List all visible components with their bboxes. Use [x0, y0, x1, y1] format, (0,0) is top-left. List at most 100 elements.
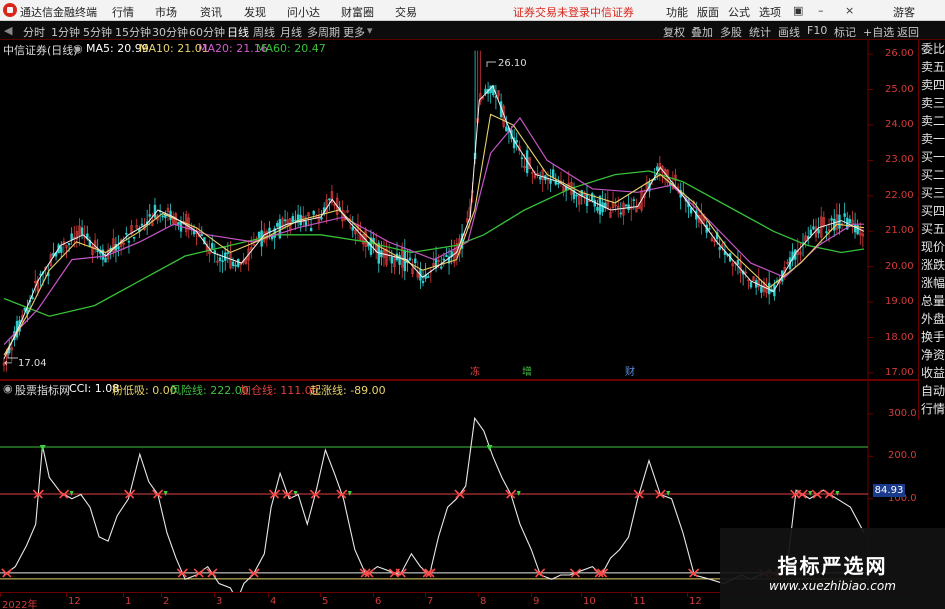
current-value-badge: 84.93 [873, 484, 905, 497]
ma5-line [3, 85, 865, 360]
login-status[interactable]: 证券交易未登录 [513, 4, 590, 20]
candle-body [96, 249, 99, 253]
indicator-name: 股票指标网 [15, 384, 70, 397]
sidebar-item[interactable]: 现价 [920, 238, 945, 257]
menu-quotes[interactable]: 行情 [112, 4, 134, 20]
tab-multi-period[interactable]: 多周期 [307, 24, 340, 40]
stock-label: 中信证券(日线) [3, 44, 78, 57]
price-tick-label: 20.00 [885, 260, 914, 272]
tool-mark[interactable]: 标记 [834, 24, 856, 40]
sidebar-item[interactable]: 委比 [920, 40, 945, 59]
candle-body [234, 264, 237, 267]
app-logo-icon [3, 3, 17, 17]
candle-body [421, 280, 425, 284]
svg-text:26.10: 26.10 [498, 58, 527, 69]
tool-add-watchlist[interactable]: +自选 [863, 24, 894, 40]
sidebar-item[interactable]: 卖二 [920, 112, 945, 131]
tab-monthly[interactable]: 月线 [280, 24, 302, 40]
menu-options[interactable]: 选项 [759, 4, 781, 20]
tool-back[interactable]: 返回 [897, 24, 919, 40]
message-icon[interactable]: ▣ [793, 4, 803, 17]
tool-overlay[interactable]: 叠加 [691, 24, 713, 40]
menu-bar: 通达信金融终端 行情 市场 资讯 发现 问小达 财富圈 交易 证券交易未登录 中… [0, 0, 945, 21]
candle-body [237, 258, 240, 267]
candle-body [309, 227, 313, 232]
minimize-icon[interactable]: – [818, 4, 824, 17]
candle-body [177, 221, 180, 225]
sidebar-item[interactable]: 换手 [920, 328, 945, 347]
date-tick-mark [581, 593, 582, 597]
sidebar-item[interactable]: 卖五 [920, 58, 945, 77]
tool-draw[interactable]: 画线 [778, 24, 800, 40]
broker-name[interactable]: 中信证券 [590, 4, 634, 20]
menu-wealth[interactable]: 财富圈 [341, 4, 374, 20]
sidebar-item[interactable]: 买二 [920, 166, 945, 185]
tab-daily[interactable]: 日线 [227, 24, 249, 40]
price-tick-label: 23.00 [885, 154, 914, 166]
menu-market[interactable]: 市场 [155, 4, 177, 20]
candle-body [825, 231, 828, 234]
sidebar-item[interactable]: 外盘 [920, 310, 945, 329]
event-marker-add: 增 [522, 365, 532, 378]
menu-layout[interactable]: 版面 [697, 4, 719, 20]
chevron-down-icon[interactable]: ▾ [367, 24, 373, 37]
date-tick-mark [214, 593, 215, 597]
tab-weekly[interactable]: 周线 [253, 24, 275, 40]
settings-icon[interactable]: ◉ [73, 42, 83, 55]
candle-body [140, 223, 144, 226]
sidebar-item[interactable]: 买五 [920, 220, 945, 239]
tab-more[interactable]: 更多 [343, 24, 365, 40]
menu-ask[interactable]: 问小达 [287, 4, 320, 20]
candle-body [767, 282, 771, 295]
sidebar-item[interactable]: 收益 [920, 364, 945, 383]
user-label[interactable]: 游客 [893, 4, 915, 20]
candle-body [276, 222, 279, 227]
sidebar-item[interactable]: 涨跌 [920, 256, 945, 275]
candle-body [596, 207, 599, 211]
sell-signal-icon [486, 444, 493, 451]
price-chart[interactable]: 26.10 ← 17.04 冻 增 财 [0, 40, 918, 380]
sidebar-item[interactable]: 总量 [920, 292, 945, 311]
sidebar-item[interactable]: 涨幅 [920, 274, 945, 293]
price-tick-label: 25.00 [885, 83, 914, 95]
candle-body [39, 273, 42, 276]
candle-body [590, 193, 594, 201]
low-buy-legend: 粉低吸: 0.00 [112, 384, 177, 397]
sidebar-item[interactable]: 买三 [920, 184, 945, 203]
candle-body [749, 281, 753, 288]
sidebar-item[interactable]: 行情 [920, 400, 945, 419]
tab-1min[interactable]: 1分钟 [51, 24, 80, 40]
tool-adjust[interactable]: 复权 [663, 24, 685, 40]
sidebar-item[interactable]: 买四 [920, 202, 945, 221]
menu-trade[interactable]: 交易 [395, 4, 417, 20]
tab-60min[interactable]: 60分钟 [189, 24, 225, 40]
date-tick-mark [268, 593, 269, 597]
tab-5min[interactable]: 5分钟 [83, 24, 112, 40]
sidebar-item[interactable]: 买一 [920, 148, 945, 167]
left-arrow-icon[interactable]: ◀ [4, 24, 12, 37]
event-markers[interactable]: 冻 增 财 [470, 365, 635, 378]
tab-30min[interactable]: 30分钟 [152, 24, 188, 40]
sidebar-item[interactable]: 自动 [920, 382, 945, 401]
menu-discover[interactable]: 发现 [244, 4, 266, 20]
date-tick-mark [66, 593, 67, 597]
menu-functions[interactable]: 功能 [666, 4, 688, 20]
tool-multi-stock[interactable]: 多股 [720, 24, 742, 40]
tab-15min[interactable]: 15分钟 [115, 24, 151, 40]
menu-formula[interactable]: 公式 [728, 4, 750, 20]
sidebar-item[interactable]: 卖四 [920, 76, 945, 95]
candle-body [557, 182, 560, 185]
close-icon[interactable]: × [845, 4, 854, 17]
date-tick-label: 8 [480, 596, 487, 607]
tool-f10[interactable]: F10 [807, 24, 827, 37]
watermark-url: www.xuezhibiao.com [769, 579, 896, 593]
menu-news[interactable]: 资讯 [200, 4, 222, 20]
date-tick-label: 9 [533, 596, 540, 607]
sidebar-item[interactable]: 卖一 [920, 130, 945, 149]
tab-intraday[interactable]: 分时 [23, 24, 45, 40]
svg-text:←: ← [4, 358, 12, 369]
tool-stats[interactable]: 统计 [749, 24, 771, 40]
indicator-settings-icon[interactable]: ◉ [3, 382, 13, 395]
sidebar-item[interactable]: 净资 [920, 346, 945, 365]
sidebar-item[interactable]: 卖三 [920, 94, 945, 113]
